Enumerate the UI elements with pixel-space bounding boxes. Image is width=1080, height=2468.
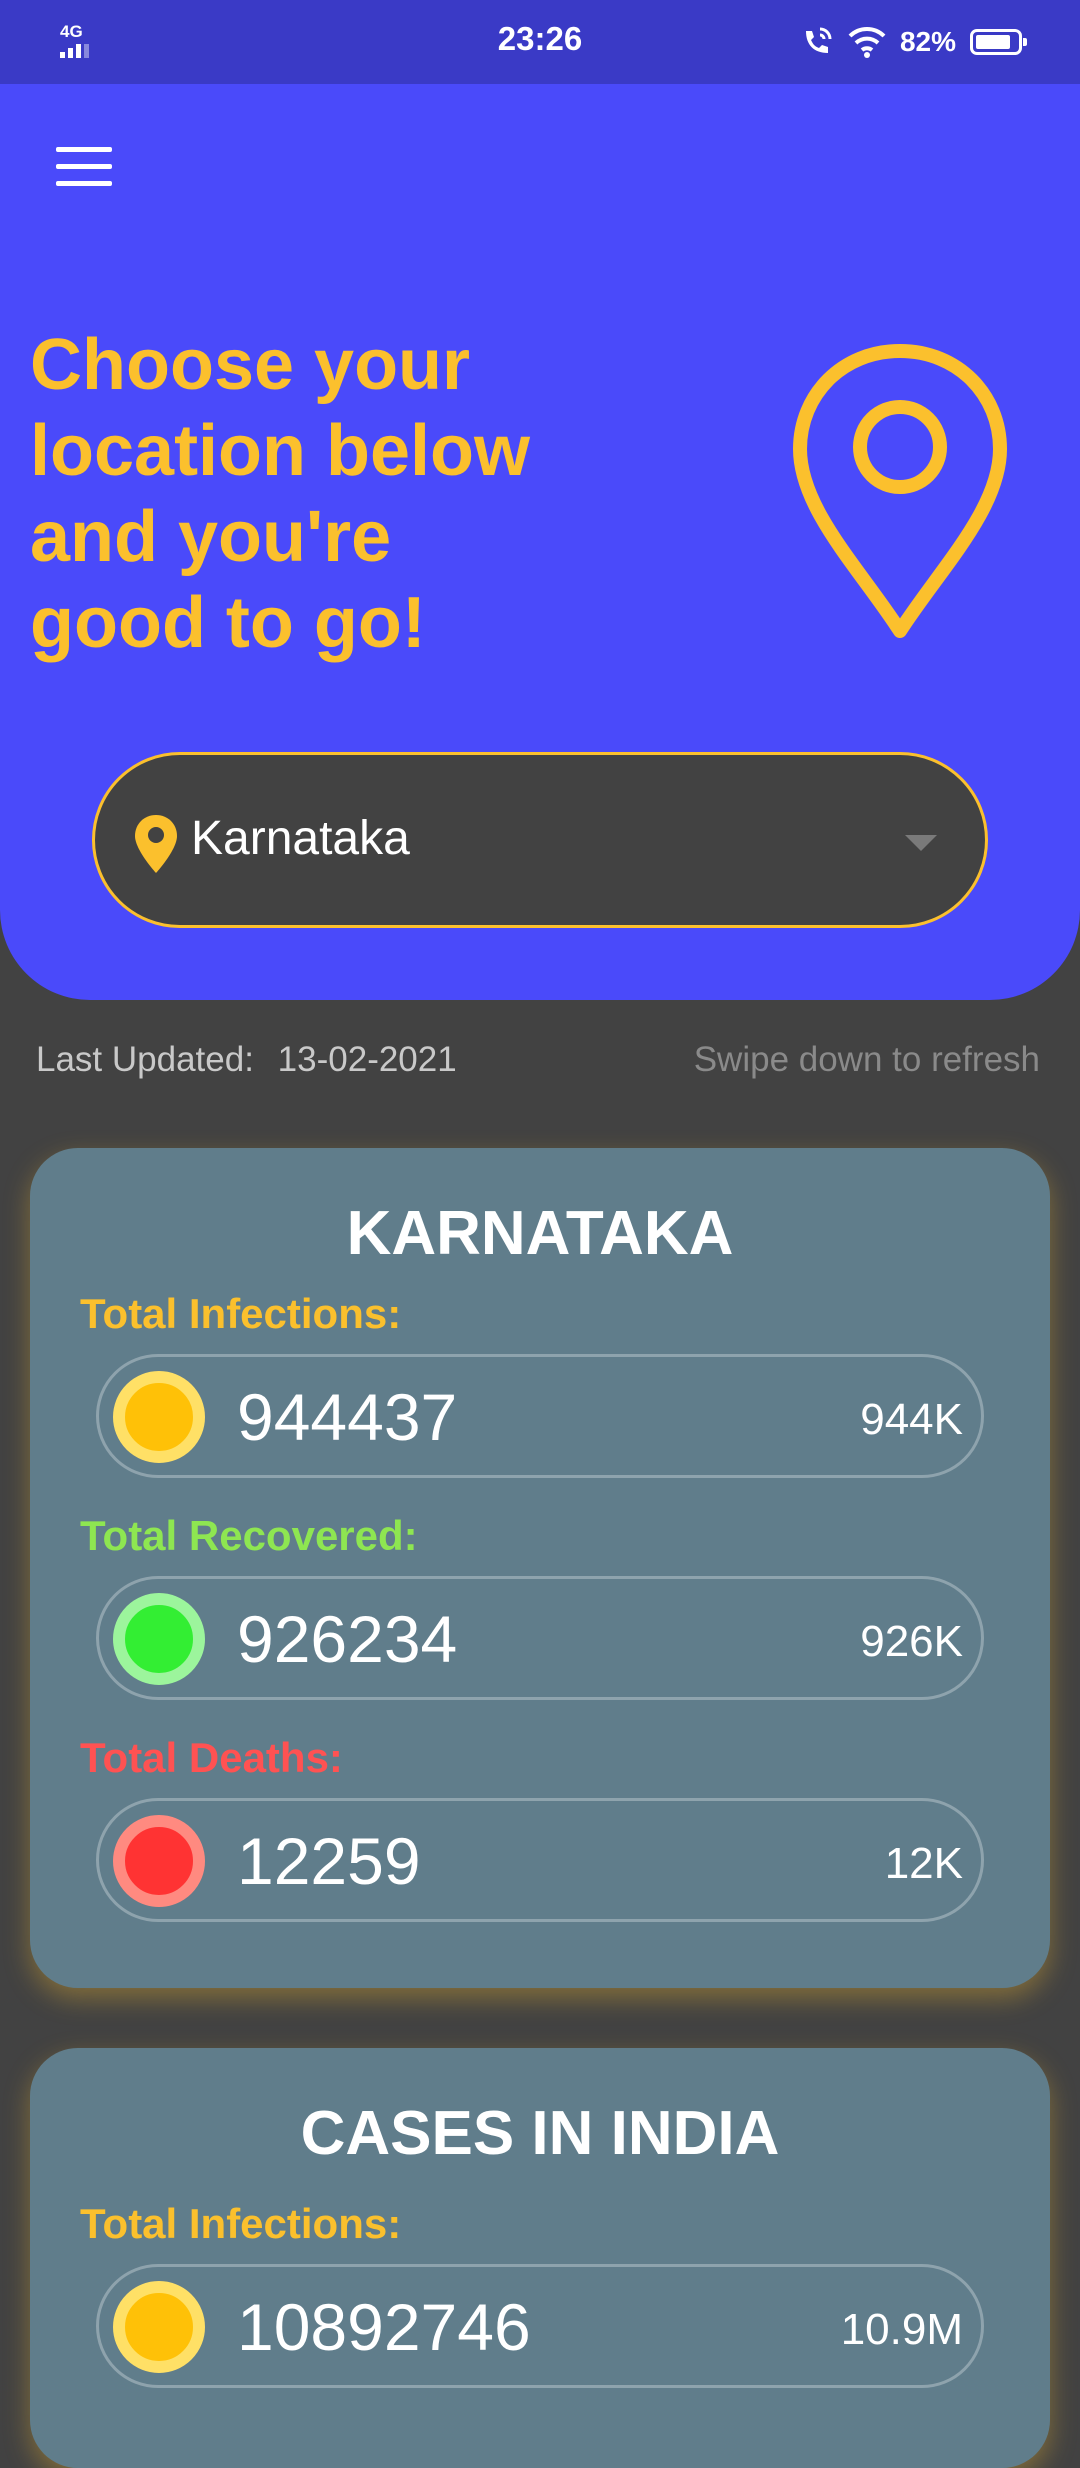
infections-short: 944K	[860, 1395, 963, 1444]
infections-label: Total Infections:	[80, 1290, 402, 1337]
infections-value: 944437	[237, 1380, 458, 1454]
location-marker-icon	[135, 815, 177, 873]
wifi-call-icon	[805, 27, 832, 53]
selected-location: Karnataka	[191, 812, 410, 865]
deaths-indicator-icon	[113, 1815, 205, 1907]
battery-percentage: 82%	[899, 26, 956, 57]
india-infections-indicator-icon	[113, 2281, 205, 2373]
recovered-short: 926K	[860, 1617, 963, 1666]
location-headline: Choose your location below and you're go…	[30, 325, 531, 663]
deaths-value: 12259	[237, 1824, 421, 1898]
deaths-label: Total Deaths:	[80, 1734, 343, 1781]
status-icons: 82%	[800, 20, 1027, 64]
india-infections-short: 10.9M	[840, 2305, 963, 2354]
last-updated-date: 13-02-2021	[277, 1040, 457, 1079]
india-infections-label: Total Infections:	[80, 2200, 402, 2247]
india-infections-value: 10892746	[237, 2290, 531, 2364]
dropdown-arrow-icon	[905, 835, 937, 851]
deaths-short: 12K	[884, 1839, 963, 1888]
location-header: Choose your location below and you're go…	[0, 84, 1080, 1000]
recovered-label: Total Recovered:	[80, 1512, 418, 1559]
location-pin-icon	[793, 344, 1007, 638]
state-title: KARNATAKA	[346, 1199, 734, 1268]
infections-stat: 944437 944K	[96, 1354, 984, 1478]
location-dropdown[interactable]: Karnataka	[92, 752, 988, 928]
menu-icon[interactable]	[56, 147, 112, 187]
swipe-refresh-hint: Swipe down to refresh	[693, 1040, 1040, 1079]
status-bar: 4G 23:26 82%	[0, 0, 1080, 84]
recovered-indicator-icon	[113, 1593, 205, 1685]
battery-icon	[970, 29, 1027, 55]
last-updated: Last Updated: 13-02-2021	[36, 1040, 457, 1080]
india-title: CASES IN INDIA	[300, 2099, 780, 2168]
last-updated-label: Last Updated:	[36, 1040, 254, 1079]
india-infections-stat: 10892746 10.9M	[96, 2264, 984, 2388]
state-stats-card: KARNATAKA Total Infections: 944437 944K …	[30, 1148, 1050, 1988]
recovered-stat: 926234 926K	[96, 1576, 984, 1700]
recovered-value: 926234	[237, 1602, 458, 1676]
india-stats-card: CASES IN INDIA Total Infections: 1089274…	[30, 2048, 1050, 2468]
wifi-icon	[848, 26, 886, 58]
infections-indicator-icon	[113, 1371, 205, 1463]
deaths-stat: 12259 12K	[96, 1798, 984, 1922]
